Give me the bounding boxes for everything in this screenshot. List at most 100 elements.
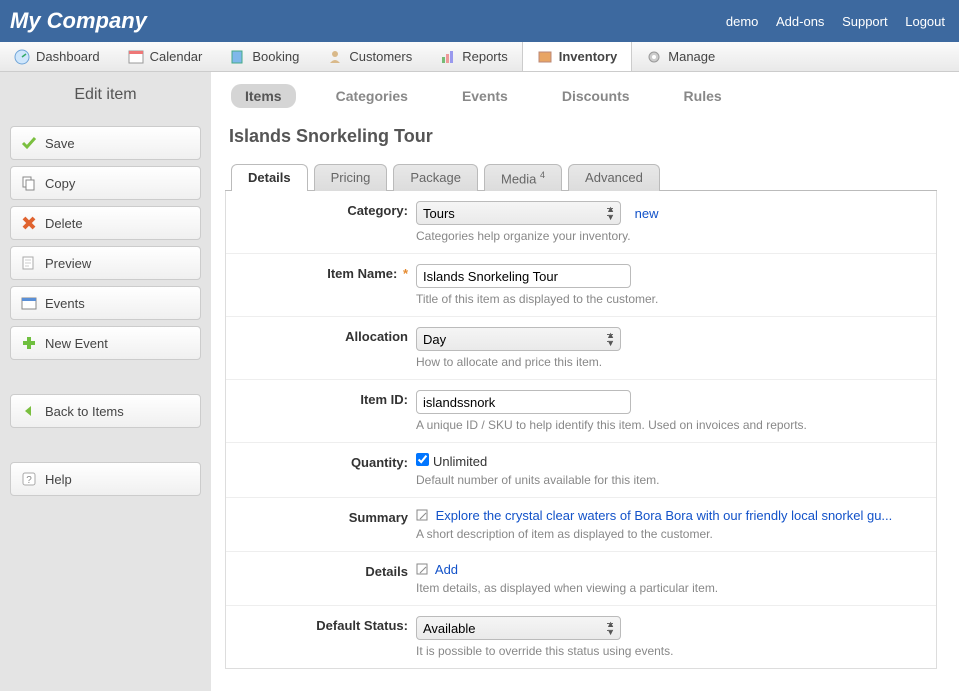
summary-link[interactable]: Explore the crystal clear waters of Bora… <box>436 508 893 523</box>
nav-label: Manage <box>668 49 715 64</box>
check-icon <box>21 135 37 151</box>
inventory-icon <box>537 49 553 65</box>
edit-icon <box>416 509 428 521</box>
details-label: Details <box>226 562 416 595</box>
category-select[interactable]: Tours <box>416 201 621 225</box>
nav-label: Reports <box>462 49 508 64</box>
nav-reports[interactable]: Reports <box>426 42 522 71</box>
sub-nav: Items Categories Events Discounts Rules <box>225 84 937 108</box>
main-nav: Dashboard Calendar Booking Customers Rep… <box>0 42 959 72</box>
delete-icon <box>21 215 37 231</box>
subnav-events[interactable]: Events <box>448 84 522 108</box>
gear-icon <box>646 49 662 65</box>
nav-label: Customers <box>349 49 412 64</box>
nav-calendar[interactable]: Calendar <box>114 42 217 71</box>
save-button[interactable]: Save <box>10 126 201 160</box>
tab-media[interactable]: Media 4 <box>484 164 562 191</box>
button-label: Delete <box>45 216 83 231</box>
back-button[interactable]: Back to Items <box>10 394 201 428</box>
button-label: New Event <box>45 336 108 351</box>
customers-icon <box>327 49 343 65</box>
help-icon: ? <box>21 471 37 487</box>
item-name-hint: Title of this item as displayed to the c… <box>416 292 916 306</box>
status-label: Default Status: <box>226 616 416 658</box>
category-label: Category: <box>226 201 416 243</box>
copy-button[interactable]: Copy <box>10 166 201 200</box>
status-select[interactable]: Available <box>416 616 621 640</box>
nav-label: Calendar <box>150 49 203 64</box>
category-hint: Categories help organize your inventory. <box>416 229 916 243</box>
sidebar: Edit item Save Copy Delete Preview Event… <box>0 72 211 691</box>
item-name-label: Item Name: * <box>226 264 416 306</box>
tab-package[interactable]: Package <box>393 164 478 191</box>
tabs: Details Pricing Package Media 4 Advanced <box>225 163 937 191</box>
button-label: Copy <box>45 176 75 191</box>
button-label: Save <box>45 136 75 151</box>
sidebar-title: Edit item <box>0 72 211 126</box>
item-id-label: Item ID: <box>226 390 416 432</box>
allocation-select[interactable]: Day <box>416 327 621 351</box>
nav-manage[interactable]: Manage <box>632 42 729 71</box>
booking-icon <box>230 49 246 65</box>
details-form: Category: Tours ▲▼ new Categories help o… <box>225 191 937 669</box>
link-logout[interactable]: Logout <box>905 14 945 29</box>
delete-button[interactable]: Delete <box>10 206 201 240</box>
tab-pricing[interactable]: Pricing <box>314 164 388 191</box>
tab-advanced[interactable]: Advanced <box>568 164 660 191</box>
button-label: Back to Items <box>45 404 124 419</box>
button-label: Help <box>45 472 72 487</box>
item-name-input[interactable] <box>416 264 631 288</box>
quantity-checkbox-wrap[interactable]: Unlimited <box>416 454 487 469</box>
help-button[interactable]: ? Help <box>10 462 201 496</box>
subnav-items[interactable]: Items <box>231 84 296 108</box>
summary-hint: A short description of item as displayed… <box>416 527 916 541</box>
main-content: Items Categories Events Discounts Rules … <box>211 72 959 691</box>
svg-text:?: ? <box>26 475 32 486</box>
button-label: Preview <box>45 256 91 271</box>
status-hint: It is possible to override this status u… <box>416 644 916 658</box>
details-add-link[interactable]: Add <box>435 562 458 577</box>
new-event-button[interactable]: New Event <box>10 326 201 360</box>
item-id-hint: A unique ID / SKU to help identify this … <box>416 418 916 432</box>
summary-label: Summary <box>226 508 416 541</box>
nav-label: Booking <box>252 49 299 64</box>
new-category-link[interactable]: new <box>635 206 659 221</box>
nav-booking[interactable]: Booking <box>216 42 313 71</box>
details-hint: Item details, as displayed when viewing … <box>416 581 916 595</box>
quantity-label: Quantity: <box>226 453 416 487</box>
button-label: Events <box>45 296 85 311</box>
calendar-icon <box>128 49 144 65</box>
subnav-discounts[interactable]: Discounts <box>548 84 644 108</box>
link-addons[interactable]: Add-ons <box>776 14 824 29</box>
quantity-hint: Default number of units available for th… <box>416 473 916 487</box>
link-demo[interactable]: demo <box>726 14 759 29</box>
edit-icon <box>416 563 428 575</box>
preview-icon <box>21 255 37 271</box>
header-links: demo Add-ons Support Logout <box>712 14 945 29</box>
tab-details[interactable]: Details <box>231 164 308 191</box>
nav-label: Dashboard <box>36 49 100 64</box>
reports-icon <box>440 49 456 65</box>
nav-customers[interactable]: Customers <box>313 42 426 71</box>
company-name: My Company <box>10 8 712 34</box>
events-button[interactable]: Events <box>10 286 201 320</box>
media-badge: 4 <box>540 170 545 180</box>
unlimited-checkbox[interactable] <box>416 453 429 466</box>
dashboard-icon <box>14 49 30 65</box>
nav-inventory[interactable]: Inventory <box>522 42 633 71</box>
item-id-input[interactable] <box>416 390 631 414</box>
subnav-rules[interactable]: Rules <box>670 84 736 108</box>
link-support[interactable]: Support <box>842 14 888 29</box>
copy-icon <box>21 175 37 191</box>
app-header: My Company demo Add-ons Support Logout <box>0 0 959 42</box>
back-arrow-icon <box>21 403 37 419</box>
allocation-label: Allocation <box>226 327 416 369</box>
plus-icon <box>21 335 37 351</box>
preview-button[interactable]: Preview <box>10 246 201 280</box>
required-icon: * <box>403 266 408 281</box>
nav-dashboard[interactable]: Dashboard <box>0 42 114 71</box>
nav-label: Inventory <box>559 49 618 64</box>
allocation-hint: How to allocate and price this item. <box>416 355 916 369</box>
subnav-categories[interactable]: Categories <box>322 84 422 108</box>
events-icon <box>21 295 37 311</box>
